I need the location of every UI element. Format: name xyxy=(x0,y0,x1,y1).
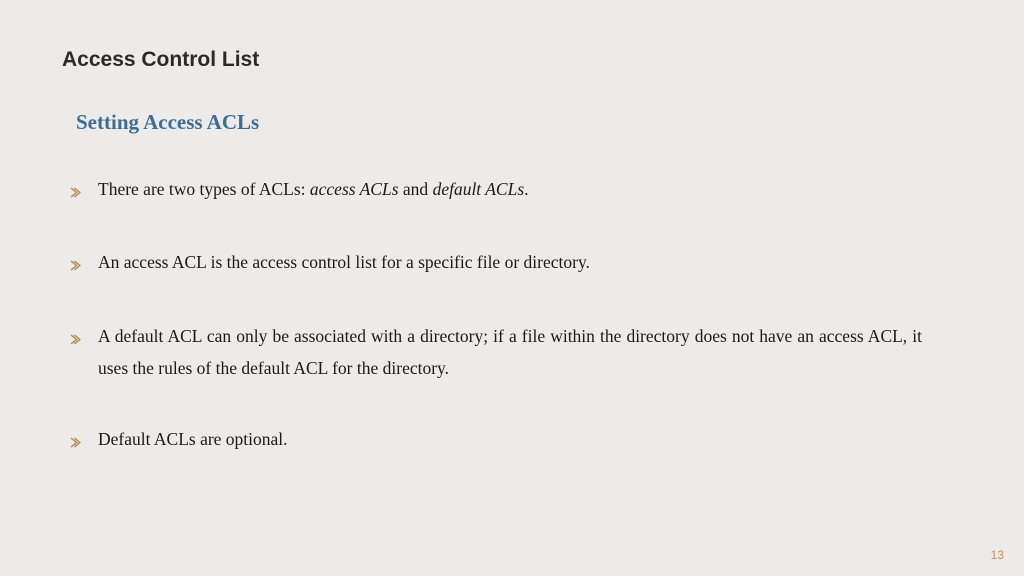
list-item: A default ACL can only be associated wit… xyxy=(70,320,962,385)
chevron-right-icon xyxy=(70,323,88,355)
bullet-list: There are two types of ACLs: access ACLs… xyxy=(62,173,962,458)
list-item: There are two types of ACLs: access ACLs… xyxy=(70,173,962,208)
list-item: Default ACLs are optional. xyxy=(70,423,962,458)
bullet-text: There are two types of ACLs: access ACLs… xyxy=(98,173,962,205)
slide-title: Access Control List xyxy=(62,48,962,72)
bullet-text: A default ACL can only be associated wit… xyxy=(98,320,962,385)
slide-subtitle: Setting Access ACLs xyxy=(76,110,962,135)
list-item: An access ACL is the access control list… xyxy=(70,246,962,281)
bullet-text: Default ACLs are optional. xyxy=(98,423,962,455)
bullet-text: An access ACL is the access control list… xyxy=(98,246,962,278)
chevron-right-icon xyxy=(70,176,88,208)
chevron-right-icon xyxy=(70,249,88,281)
page-number: 13 xyxy=(991,548,1004,562)
chevron-right-icon xyxy=(70,426,88,458)
